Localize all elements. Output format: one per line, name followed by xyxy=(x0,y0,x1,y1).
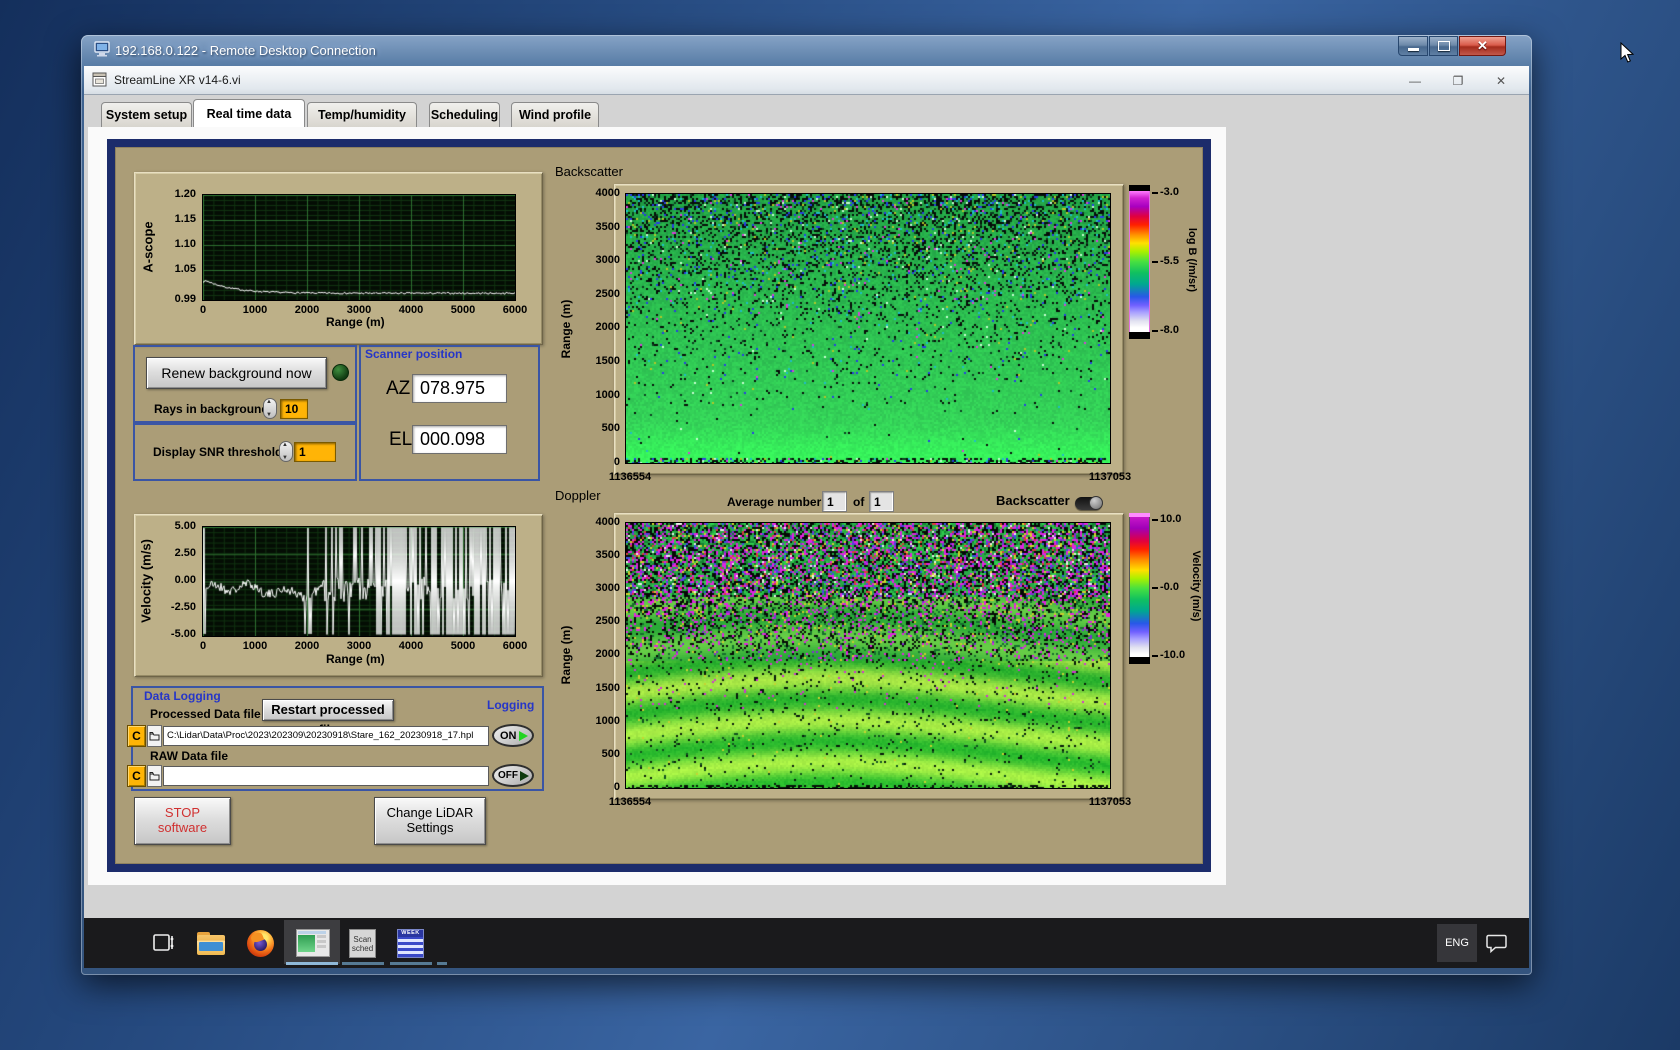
tab-label: Temp/humidity xyxy=(318,108,406,122)
tab-wind-profile[interactable]: Wind profile xyxy=(511,102,599,127)
tab-label: Wind profile xyxy=(519,108,591,122)
firefox-icon[interactable] xyxy=(247,930,274,957)
file-explorer-icon[interactable] xyxy=(197,932,225,954)
rdc-maximize-button[interactable] xyxy=(1429,36,1458,56)
extra-underline xyxy=(437,962,447,965)
tab-temp-humidity[interactable]: Temp/humidity xyxy=(307,102,417,127)
tab-system-setup[interactable]: System setup xyxy=(101,102,192,127)
rdc-close-button[interactable]: ✕ xyxy=(1459,36,1506,56)
app-thumbnail-icon xyxy=(296,929,330,957)
app-titlebar[interactable] xyxy=(84,66,1529,95)
notification-chat-icon[interactable] xyxy=(1486,933,1508,954)
app-restore-button[interactable]: ❐ xyxy=(1443,73,1473,89)
desktop-background: 192.168.0.122 - Remote Desktop Connectio… xyxy=(0,0,1680,1050)
maximize-icon xyxy=(1438,41,1450,51)
scan-sched-label1: Scan xyxy=(350,935,375,944)
tab-label: Scheduling xyxy=(431,108,498,122)
week-label: WEEK xyxy=(398,930,423,937)
task-view-icon[interactable] xyxy=(152,931,177,955)
language-indicator[interactable]: ENG xyxy=(1437,924,1477,962)
mouse-cursor xyxy=(1620,42,1636,64)
rdc-icon xyxy=(94,41,112,58)
vi-icon xyxy=(92,72,108,88)
app-minimize-button[interactable]: — xyxy=(1400,73,1430,89)
active-app-taskbar-button[interactable] xyxy=(284,920,340,964)
tab-scheduling[interactable]: Scheduling xyxy=(429,102,500,127)
scan-sched-label2: sched xyxy=(350,944,375,953)
tab-label: Real time data xyxy=(207,107,292,121)
tab-real-time-data[interactable]: Real time data xyxy=(193,99,305,127)
scan-sched-underline xyxy=(342,962,384,965)
week-underline xyxy=(390,962,432,965)
scan-sched-app-icon[interactable]: Scan sched xyxy=(349,929,376,958)
rdc-minimize-button[interactable] xyxy=(1398,36,1428,56)
week-schedule-app-icon[interactable]: WEEK xyxy=(397,929,424,958)
main-panel xyxy=(107,139,1211,872)
rdc-window-title: 192.168.0.122 - Remote Desktop Connectio… xyxy=(115,43,376,58)
tab-label: System setup xyxy=(106,108,187,122)
language-label: ENG xyxy=(1445,937,1469,949)
active-app-underline xyxy=(286,962,338,965)
app-close-button[interactable]: ✕ xyxy=(1486,73,1516,89)
minimize-icon xyxy=(1408,48,1419,51)
app-window-title: StreamLine XR v14-6.vi xyxy=(114,73,241,87)
